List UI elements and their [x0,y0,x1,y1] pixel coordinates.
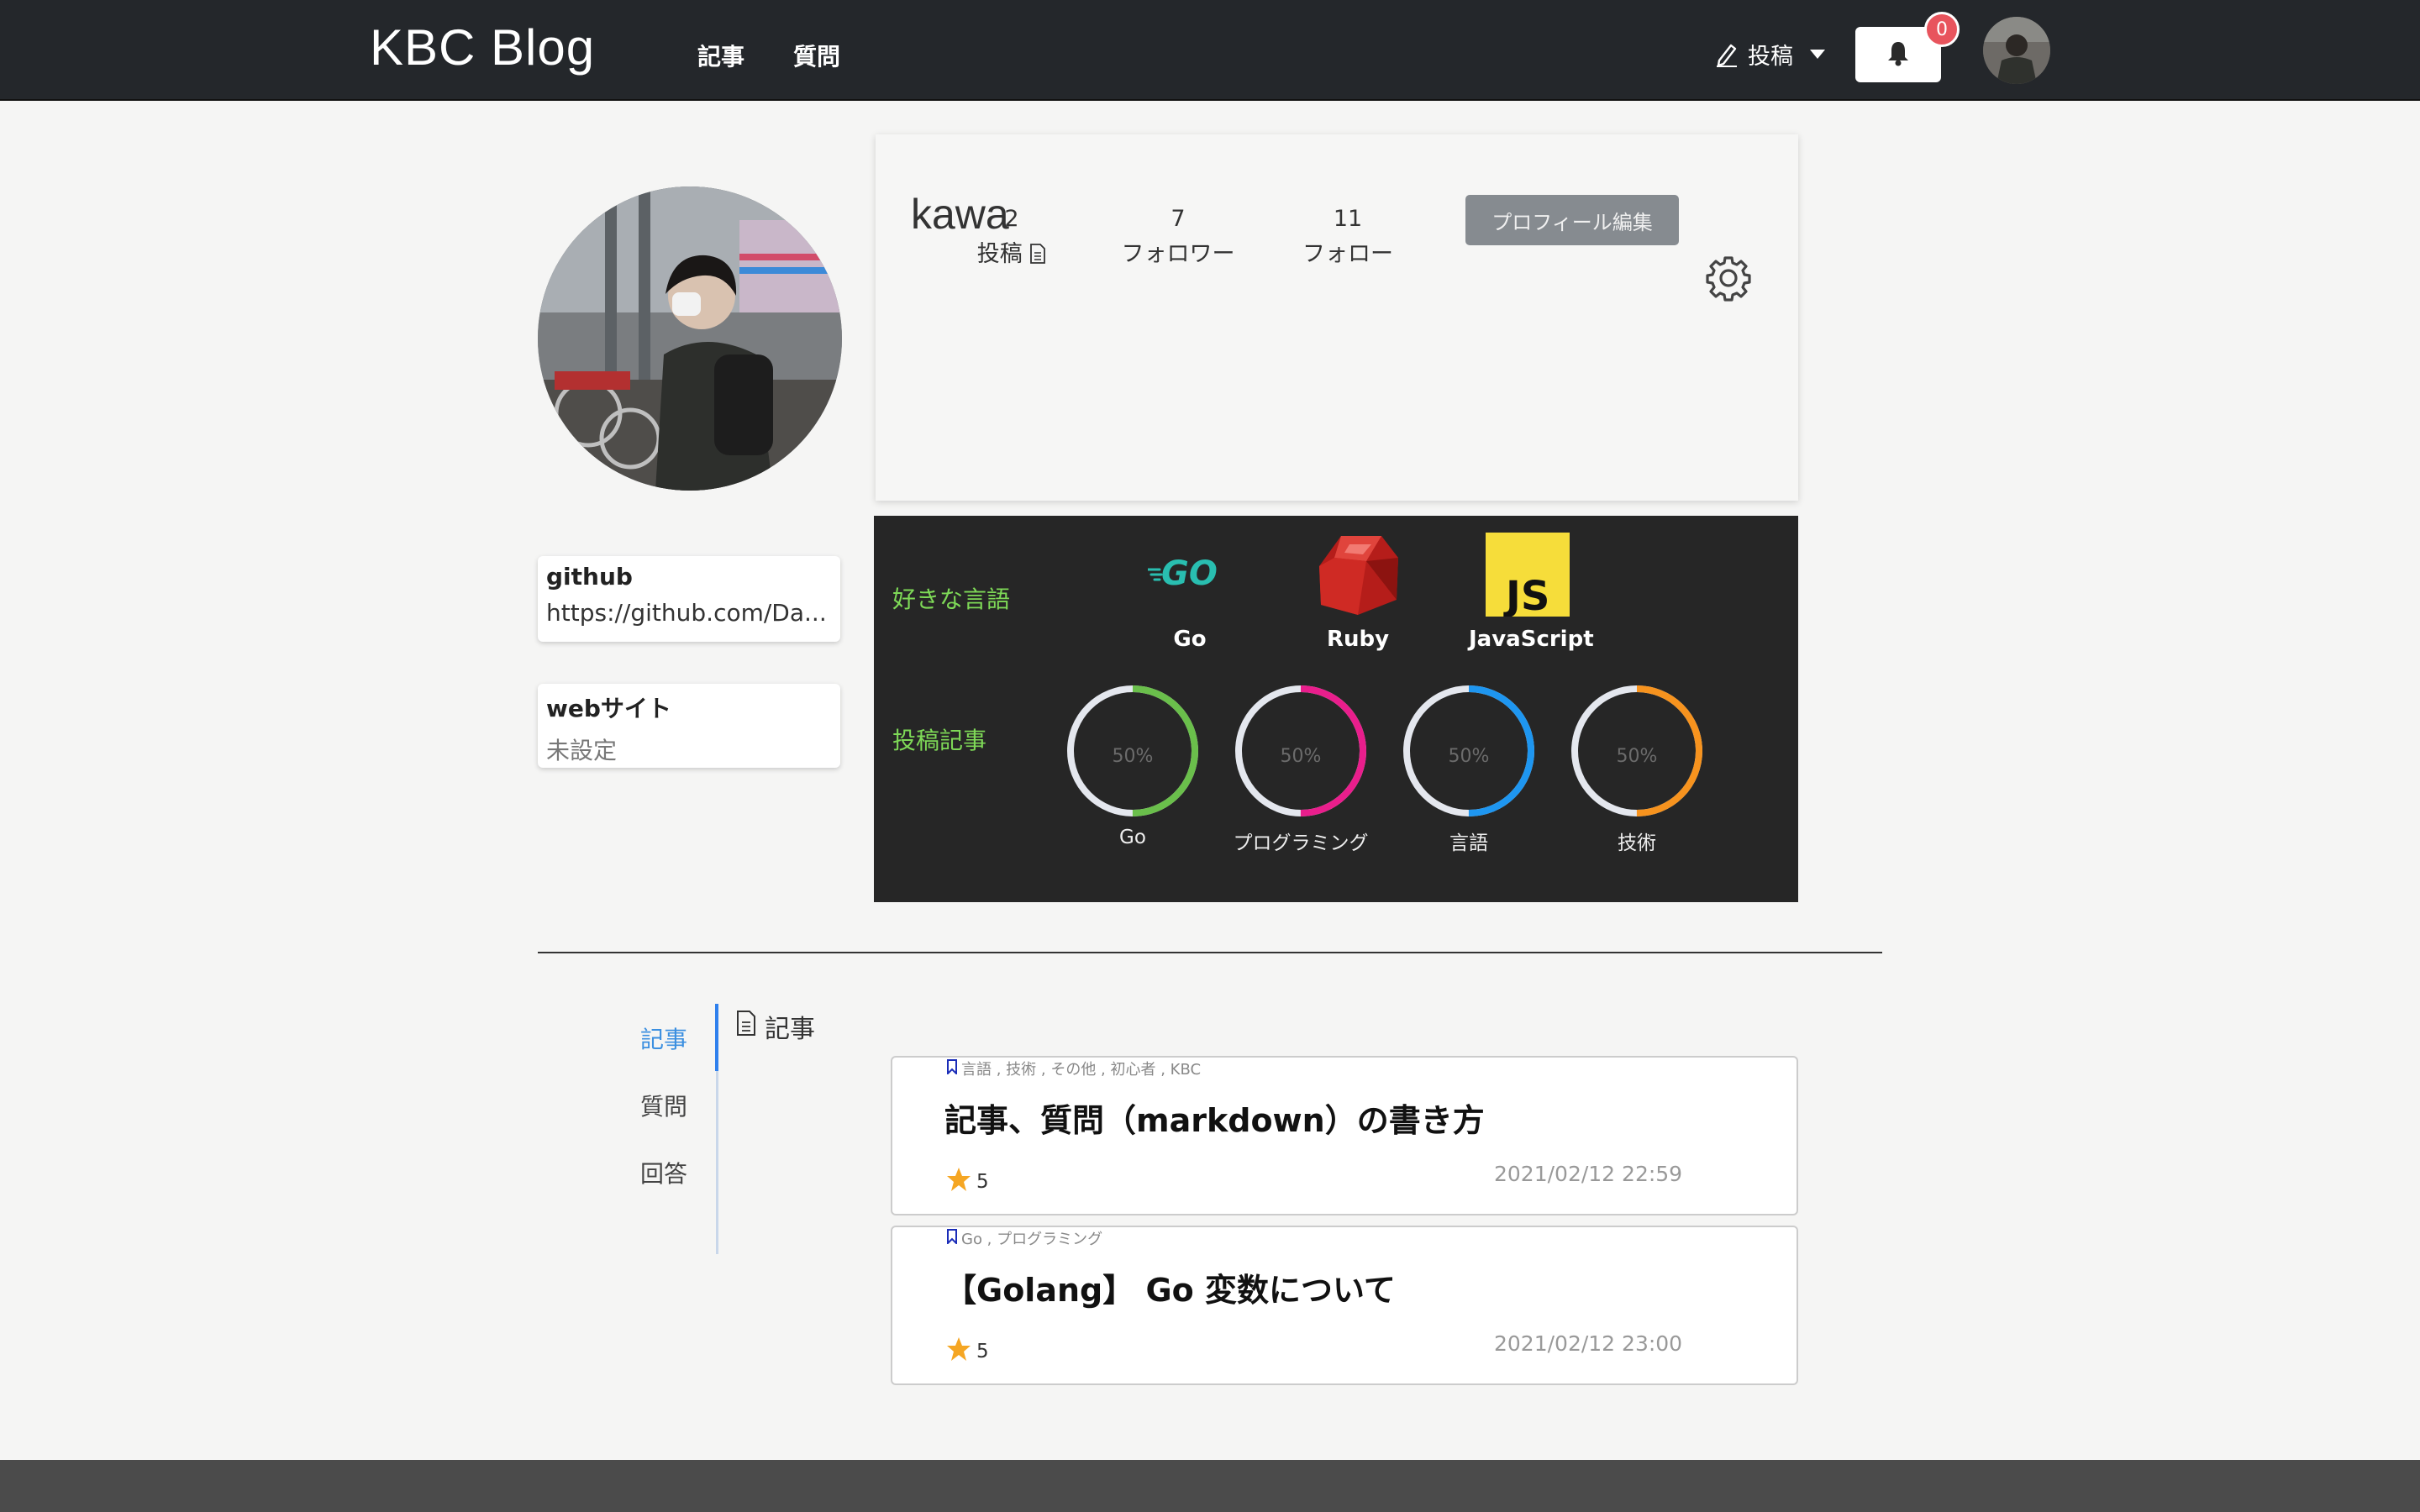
article-title[interactable]: 記事、質問（markdown）の書き方 [944,1095,1485,1141]
tab-questions[interactable]: 質問 [640,1089,687,1122]
section-divider [538,952,1882,953]
article-card[interactable]: 言語 , 技術 , その他 , 初心者 , KBC 記事、質問（markdown… [891,1056,1798,1215]
active-tab-indicator [715,1004,718,1071]
donut-chart: 50% [1568,682,1706,820]
article-date: 2021/02/12 22:59 [1494,1162,1683,1186]
gear-icon[interactable] [1704,254,1753,306]
donut-label: 言語 [1449,832,1488,854]
post-dropdown-label: 投稿 [1748,43,1793,70]
github-link[interactable]: https://github.com/Da... [546,599,832,627]
article-star-count: 5 [976,1341,989,1362]
donut-label: 技術 [1618,832,1656,854]
github-label: github [546,563,633,591]
favorite-languages-title: 好きな言語 [892,585,1011,613]
section-heading-text: 記事 [765,1015,815,1044]
donut-percent: 50% [1448,746,1490,767]
donut-percent: 50% [1616,746,1658,767]
stat-posts-value: 2 [1004,206,1019,232]
article-tags-text: 言語 , 技術 , その他 , 初心者 , KBC [961,1061,1202,1079]
skills-panel: 好きな言語 GO JS Go Ruby JavaScript 投稿記事 50% G… [874,516,1798,902]
tab-answers[interactable]: 回答 [640,1156,687,1189]
donut-chart: 50% [1232,682,1370,820]
article-title[interactable]: 【Golang】 Go 変数について [944,1264,1396,1310]
stat-followers-value: 7 [1171,206,1186,232]
article-date: 2021/02/12 23:00 [1494,1331,1683,1356]
language-name-ruby: Ruby [1326,627,1390,652]
bookmark-icon [946,1058,958,1079]
article-tags: 言語 , 技術 , その他 , 初心者 , KBC [946,1058,1201,1079]
stat-following-value: 11 [1333,206,1363,232]
profile-card: kawa プロフィール編集 [876,134,1798,501]
website-label: webサイト [546,695,671,722]
stat-posts-label-row: 投稿 [970,237,1054,272]
article-star-count: 5 [976,1171,989,1193]
article-tags: Go , プログラミング [946,1227,1102,1249]
donut-label: Go [1119,827,1146,848]
language-name-javascript: JavaScript [1469,627,1594,652]
article-card[interactable]: Go , プログラミング 【Golang】 Go 変数について 5 2021/0… [891,1226,1798,1385]
stat-posts-label: 投稿 [976,241,1023,267]
posted-articles-title: 投稿記事 [892,727,987,754]
tab-articles[interactable]: 記事 [640,1021,687,1055]
website-card: webサイト 未設定 [538,684,840,768]
svg-text:JS: JS [1503,573,1549,617]
user-avatar[interactable] [1983,17,2050,84]
nav-link-questions[interactable]: 質問 [793,39,840,72]
stat-following-label: フォロー [1302,241,1393,267]
nav-link-articles[interactable]: 記事 [697,39,744,72]
pen-icon [1714,40,1739,67]
svg-text:GO: GO [1161,554,1218,593]
github-card: github https://github.com/Da... [538,556,840,642]
ruby-logo-icon [1316,533,1400,617]
article-stars: 5 [946,1167,989,1197]
top-navbar: KBC Blog 記事 質問 投稿 0 [0,0,2420,101]
bell-icon [1886,39,1911,70]
stat-posts[interactable]: 2 投稿 [970,202,1054,272]
stat-following[interactable]: 11 フォロー [1289,202,1407,272]
document-icon [736,1011,756,1042]
post-dropdown[interactable]: 投稿 [1714,37,1825,71]
star-icon [946,1336,971,1367]
page-footer [0,1460,2420,1512]
go-logo-icon: GO [1146,533,1232,617]
stat-followers[interactable]: 7 フォロワー [1111,202,1245,272]
bookmark-icon [946,1228,958,1248]
donut-percent: 50% [1112,746,1154,767]
website-value: 未設定 [546,737,618,764]
donut-label: プログラミング [1233,832,1369,854]
language-name-go: Go [1173,627,1207,652]
donut-chart: 50% [1400,682,1538,820]
profile-photo [538,186,842,491]
star-icon [946,1167,971,1197]
document-icon [1029,241,1046,267]
stat-followers-label: フォロワー [1121,241,1235,267]
article-stars: 5 [946,1336,989,1367]
brand-logo[interactable]: KBC Blog [370,18,595,76]
donut-percent: 50% [1280,746,1322,767]
article-tags-text: Go , プログラミング [961,1231,1103,1248]
notification-count-badge: 0 [1924,12,1960,47]
edit-profile-button[interactable]: プロフィール編集 [1465,195,1679,245]
section-heading: 記事 [736,1008,815,1045]
javascript-logo-icon: JS [1486,533,1570,620]
caret-down-icon [1810,49,1825,59]
donut-chart: 50% [1064,682,1202,820]
